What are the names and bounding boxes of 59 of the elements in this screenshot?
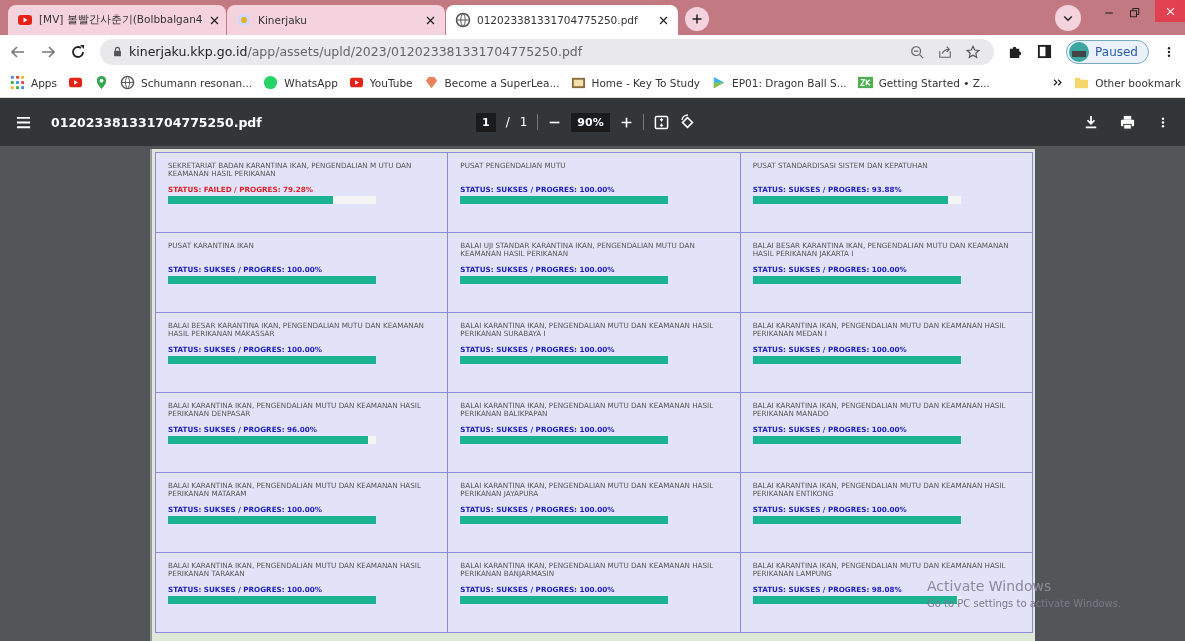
- url-text: kinerjaku.kkp.go.id/app/assets/upld/2023/012023381331704775250.pdf: [129, 44, 583, 59]
- forward-arrow-icon[interactable]: [40, 43, 56, 60]
- bookmark[interactable]: WhatsApp: [263, 75, 338, 90]
- star-icon[interactable]: [966, 44, 981, 59]
- diamond-icon: [423, 75, 439, 90]
- share-icon[interactable]: [938, 44, 953, 59]
- plus-icon: [691, 13, 703, 25]
- side-panel-icon[interactable]: [1037, 44, 1053, 59]
- rotate-icon[interactable]: [678, 114, 695, 130]
- plus-icon[interactable]: [619, 115, 633, 129]
- play-icon: [711, 75, 727, 90]
- back-arrow-icon[interactable]: [10, 43, 26, 60]
- tab-search-button[interactable]: [1055, 5, 1081, 31]
- bookmark-folder[interactable]: Other bookmark: [1074, 75, 1181, 90]
- tab-title: Kinerjaku: [258, 14, 308, 26]
- app-icon: [236, 12, 252, 28]
- globe-icon: [120, 75, 135, 90]
- avatar-icon: [1069, 41, 1090, 62]
- zoom-field[interactable]: 90%: [571, 112, 610, 132]
- puzzle-icon[interactable]: [1008, 44, 1024, 59]
- page-number-field[interactable]: 1: [476, 112, 496, 132]
- bookmark[interactable]: Become a SuperLea...: [423, 75, 560, 90]
- page-count: 1: [519, 115, 528, 129]
- restore-icon[interactable]: [1129, 7, 1141, 19]
- file-name: 012023381331704775250.pdf: [51, 114, 262, 130]
- reload-icon[interactable]: [70, 43, 86, 60]
- browser-tab[interactable]: 012023381331704775250.pdf: [446, 5, 678, 35]
- bookmark[interactable]: EP01: Dragon Ball S...: [711, 75, 847, 90]
- new-tab-button[interactable]: [685, 7, 709, 31]
- bookmark[interactable]: Apps: [10, 75, 57, 90]
- profile-button[interactable]: Paused: [1066, 39, 1149, 64]
- zoom-out-icon[interactable]: [910, 44, 925, 59]
- download-icon[interactable]: [1084, 115, 1098, 129]
- close-icon: [1164, 5, 1176, 17]
- video-icon: [348, 75, 364, 90]
- apps-grid-icon: [10, 75, 25, 90]
- fit-page-icon[interactable]: [653, 114, 669, 130]
- tab-title: [MV] 볼빨간사춘기(Bolbbalgan4: [39, 13, 203, 27]
- tab-title: 012023381331704775250.pdf: [477, 14, 639, 26]
- close-icon[interactable]: [208, 14, 220, 26]
- print-icon[interactable]: [1120, 114, 1135, 130]
- double-chevron-icon[interactable]: [1052, 77, 1064, 88]
- browser-tab[interactable]: [MV] 볼빨간사춘기(Bolbbalgan4: [8, 5, 226, 35]
- lock-icon: [112, 46, 123, 57]
- bookmark[interactable]: Home - Key To Study: [570, 75, 701, 90]
- video-icon[interactable]: [68, 75, 83, 90]
- bookmark[interactable]: Schumann resonan...: [120, 75, 253, 90]
- page-separator: /: [505, 115, 510, 129]
- globe-icon: [455, 12, 471, 28]
- menu-icon[interactable]: [16, 114, 31, 130]
- close-icon[interactable]: [658, 14, 669, 26]
- video-icon: [17, 12, 33, 28]
- close-icon[interactable]: [425, 14, 436, 26]
- zk-logo-icon: [857, 75, 873, 90]
- address-bar[interactable]: kinerjaku.kkp.go.id/app/assets/upld/2023/012023381331704775250.pdf: [100, 38, 995, 65]
- browser-tab[interactable]: Kinerjaku: [227, 5, 445, 35]
- bookmark[interactable]: Getting Started • Z...: [857, 75, 990, 90]
- map-pin-icon[interactable]: [94, 75, 109, 90]
- bookmark[interactable]: YouTube: [348, 75, 413, 90]
